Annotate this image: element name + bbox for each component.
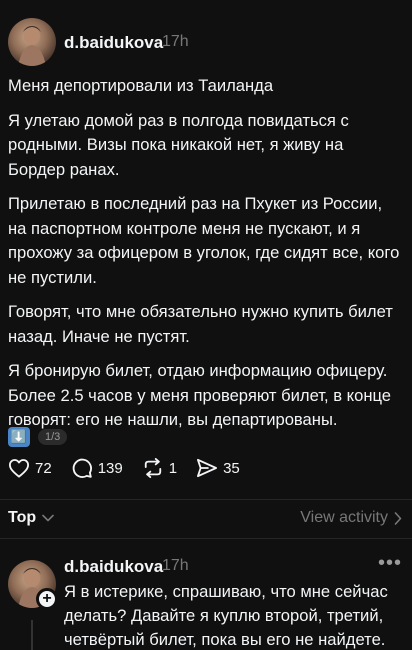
media-counter: 1/3 bbox=[38, 429, 68, 445]
reply-timestamp: 17h bbox=[162, 557, 189, 574]
more-options-icon[interactable]: ••• bbox=[378, 552, 402, 575]
sort-dropdown[interactable]: Top bbox=[8, 509, 54, 527]
post-paragraph: Я улетаю домой раз в полгода повидаться … bbox=[8, 110, 349, 179]
follow-plus-icon[interactable]: + bbox=[36, 588, 58, 610]
post-username[interactable]: d.baidukova bbox=[64, 33, 163, 53]
heart-icon bbox=[9, 459, 29, 478]
media-strip[interactable]: ⬇️ 1/3 bbox=[8, 427, 68, 447]
repost-count: 1 bbox=[168, 459, 178, 477]
comment-count: 139 bbox=[97, 459, 123, 477]
post-timestamp: 17h bbox=[162, 33, 189, 50]
thread-line bbox=[31, 620, 33, 650]
repost-button[interactable]: 1 bbox=[142, 458, 177, 478]
post-text: Меня депортировали из Таиланда Я улетаю … bbox=[8, 74, 400, 443]
sort-label: Top bbox=[8, 509, 37, 526]
replies-sort-bar: Top View activity bbox=[0, 499, 412, 535]
view-activity-label: View activity bbox=[300, 509, 388, 526]
comment-button[interactable]: 139 bbox=[71, 457, 123, 479]
share-button[interactable]: 35 bbox=[196, 458, 240, 478]
view-activity-link[interactable]: View activity bbox=[300, 509, 402, 527]
reply-text: Я в истерике, спрашиваю, что мне сейчас … bbox=[64, 582, 388, 649]
chevron-down-icon bbox=[42, 514, 54, 522]
share-icon bbox=[197, 458, 218, 478]
chevron-right-icon bbox=[394, 511, 402, 525]
repost-icon bbox=[144, 458, 161, 478]
share-count: 35 bbox=[223, 459, 240, 477]
post-paragraph: Прилетаю в последний раз на Пхукет из Ро… bbox=[8, 194, 400, 287]
post-title: Меня депортировали из Таиланда bbox=[8, 76, 274, 95]
post-paragraph: Я бронирую билет, отдаю информацию офице… bbox=[8, 361, 392, 429]
divider bbox=[0, 538, 412, 539]
down-arrow-emoji[interactable]: ⬇️ bbox=[8, 427, 30, 447]
comment-icon bbox=[72, 458, 92, 478]
reply-username[interactable]: d.baidukova bbox=[64, 557, 163, 577]
like-button[interactable]: 72 bbox=[8, 458, 52, 478]
like-count: 72 bbox=[35, 459, 52, 477]
avatar[interactable] bbox=[8, 18, 56, 66]
post-paragraph: Говорят, что мне обязательно нужно купит… bbox=[8, 302, 393, 346]
post-actions: 72 139 1 35 bbox=[8, 457, 259, 479]
